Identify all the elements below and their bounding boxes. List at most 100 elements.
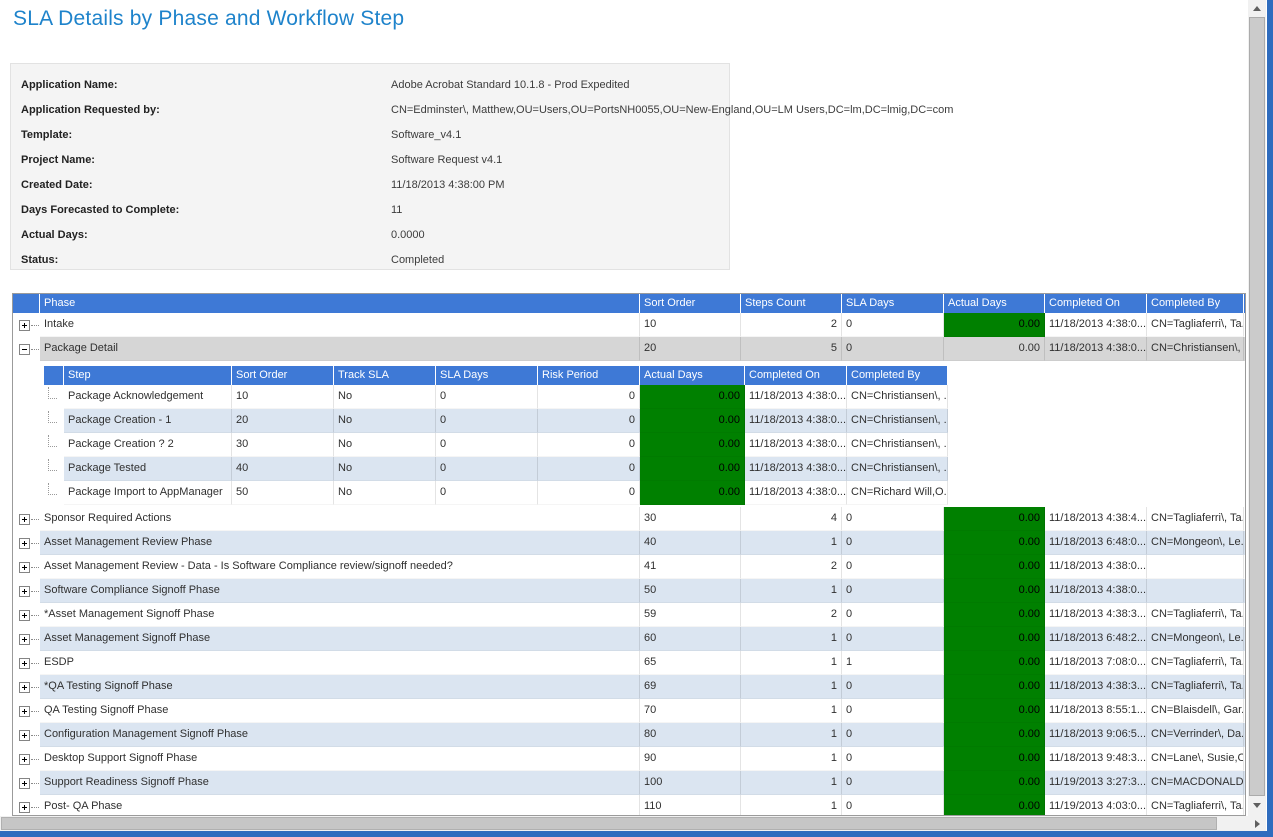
cell-sort-order: 50 xyxy=(640,579,741,603)
expand-toggle-icon[interactable] xyxy=(19,658,30,669)
cell-sort-order: 40 xyxy=(640,531,741,555)
cell-phase: QA Testing Signoff Phase xyxy=(40,699,640,723)
cell-phase: Post- QA Phase xyxy=(40,795,640,816)
cell-steps-count: 1 xyxy=(741,675,842,699)
tree-dots xyxy=(31,325,39,326)
cell-sla-days: 0 xyxy=(842,795,944,816)
cell-sort-order: 65 xyxy=(640,651,741,675)
info-row: Application Name:Adobe Acrobat Standard … xyxy=(11,72,729,97)
cell-actual-days: 0.00 xyxy=(944,699,1045,723)
triangle-down-icon xyxy=(1253,803,1261,808)
expand-toggle-icon[interactable] xyxy=(19,802,30,813)
phase-row: QA Testing Signoff Phase70100.0011/18/20… xyxy=(13,699,1245,723)
column-header: Completed On xyxy=(745,366,847,385)
cell-completed-by: CN=Tagliaferri\, Ta.. xyxy=(1147,313,1244,337)
column-header: Sort Order xyxy=(640,294,741,313)
cell-steps-count: 1 xyxy=(741,627,842,651)
cell-phase: *Asset Management Signoff Phase xyxy=(40,603,640,627)
tree-indent-cell xyxy=(44,385,64,409)
tree-dots xyxy=(31,615,39,616)
cell-sort-order: 80 xyxy=(640,723,741,747)
phase-row: Sponsor Required Actions30400.0011/18/20… xyxy=(13,507,1245,531)
cell-completed-by: CN=Christiansen\, ... xyxy=(847,409,948,433)
cell-phase: Asset Management Signoff Phase xyxy=(40,627,640,651)
info-label: Actual Days: xyxy=(21,229,391,241)
scroll-down-button[interactable] xyxy=(1248,797,1266,813)
expand-toggle-icon[interactable] xyxy=(19,562,30,573)
cell-completed-by xyxy=(1147,555,1244,579)
column-header: SLA Days xyxy=(842,294,944,313)
cell-sla-days: 0 xyxy=(842,627,944,651)
tree-dots xyxy=(31,735,39,736)
cell-sla-days: 0 xyxy=(842,699,944,723)
expand-toggle-icon[interactable] xyxy=(19,586,30,597)
expand-toggle-icon[interactable] xyxy=(19,754,30,765)
toggle-cell xyxy=(13,579,40,603)
expand-toggle-icon[interactable] xyxy=(19,706,30,717)
horizontal-scrollbar[interactable] xyxy=(0,816,1266,831)
info-value: 11 xyxy=(391,204,402,216)
cell-completed-by: CN=Christiansen\, ... xyxy=(847,457,948,481)
tree-dots xyxy=(31,783,39,784)
cell-sla-days: 0 xyxy=(842,555,944,579)
cell-completed-on: 11/18/2013 4:38:0... xyxy=(745,409,847,433)
scroll-up-button[interactable] xyxy=(1248,0,1266,16)
window-border-bottom xyxy=(0,831,1273,837)
phase-row: Post- QA Phase110100.0011/19/2013 4:03:0… xyxy=(13,795,1245,816)
expand-toggle-icon[interactable] xyxy=(19,778,30,789)
vertical-scrollbar[interactable] xyxy=(1248,0,1266,816)
column-header: Completed By xyxy=(1147,294,1244,313)
expand-toggle-icon[interactable] xyxy=(19,682,30,693)
phase-row: Support Readiness Signoff Phase100100.00… xyxy=(13,771,1245,795)
toggle-cell xyxy=(13,699,40,723)
vertical-scrollbar-thumb[interactable] xyxy=(1249,17,1265,796)
tree-indent-cell xyxy=(44,433,64,457)
tree-indent-cell xyxy=(44,409,64,433)
cell-sla-days: 0 xyxy=(842,723,944,747)
cell-sort-order: 59 xyxy=(640,603,741,627)
cell-completed-on: 11/18/2013 4:38:0... xyxy=(1045,313,1147,337)
info-row: Actual Days:0.0000 xyxy=(11,222,729,247)
cell-sla-days: 0 xyxy=(842,579,944,603)
cell-completed-on: 11/18/2013 8:55:1... xyxy=(1045,699,1147,723)
cell-completed-by: CN=MACDONALD... xyxy=(1147,771,1244,795)
cell-phase: Configuration Management Signoff Phase xyxy=(40,723,640,747)
column-header: Sort Order xyxy=(232,366,334,385)
expand-toggle-icon[interactable] xyxy=(19,730,30,741)
expand-toggle-icon[interactable] xyxy=(19,634,30,645)
expand-toggle-icon[interactable] xyxy=(19,538,30,549)
cell-sla-days: 0 xyxy=(436,481,538,505)
column-header: Steps Count xyxy=(741,294,842,313)
expand-toggle-icon[interactable] xyxy=(19,610,30,621)
step-row: Package Creation ? 230No000.0011/18/2013… xyxy=(44,433,948,457)
info-row: Project Name:Software Request v4.1 xyxy=(11,147,729,172)
cell-sort-order: 40 xyxy=(232,457,334,481)
cell-sort-order: 69 xyxy=(640,675,741,699)
horizontal-scrollbar-thumb[interactable] xyxy=(1,817,1217,830)
phase-row: *QA Testing Signoff Phase69100.0011/18/2… xyxy=(13,675,1245,699)
info-label: Created Date: xyxy=(21,179,391,191)
cell-completed-on: 11/18/2013 7:08:0... xyxy=(1045,651,1147,675)
info-label: Application Requested by: xyxy=(21,104,391,116)
cell-steps-count: 1 xyxy=(741,699,842,723)
collapse-toggle-icon[interactable] xyxy=(19,344,30,355)
toggle-cell xyxy=(13,675,40,699)
cell-steps-count: 2 xyxy=(741,555,842,579)
cell-sort-order: 30 xyxy=(640,507,741,531)
cell-sla-days: 1 xyxy=(842,651,944,675)
cell-phase: Sponsor Required Actions xyxy=(40,507,640,531)
cell-phase: *QA Testing Signoff Phase xyxy=(40,675,640,699)
expand-toggle-icon[interactable] xyxy=(19,320,30,331)
cell-steps-count: 1 xyxy=(741,771,842,795)
cell-steps-count: 1 xyxy=(741,651,842,675)
column-header xyxy=(44,366,64,385)
info-label: Application Name: xyxy=(21,79,391,91)
cell-steps-count: 1 xyxy=(741,531,842,555)
cell-sort-order: 50 xyxy=(232,481,334,505)
cell-completed-on: 11/18/2013 4:38:3... xyxy=(1045,675,1147,699)
cell-actual-days: 0.00 xyxy=(944,337,1045,361)
scroll-right-button[interactable] xyxy=(1249,816,1265,831)
cell-completed-by: CN=Christiansen\, .. xyxy=(1147,337,1244,361)
expand-toggle-icon[interactable] xyxy=(19,514,30,525)
cell-completed-on: 11/18/2013 6:48:0... xyxy=(1045,531,1147,555)
